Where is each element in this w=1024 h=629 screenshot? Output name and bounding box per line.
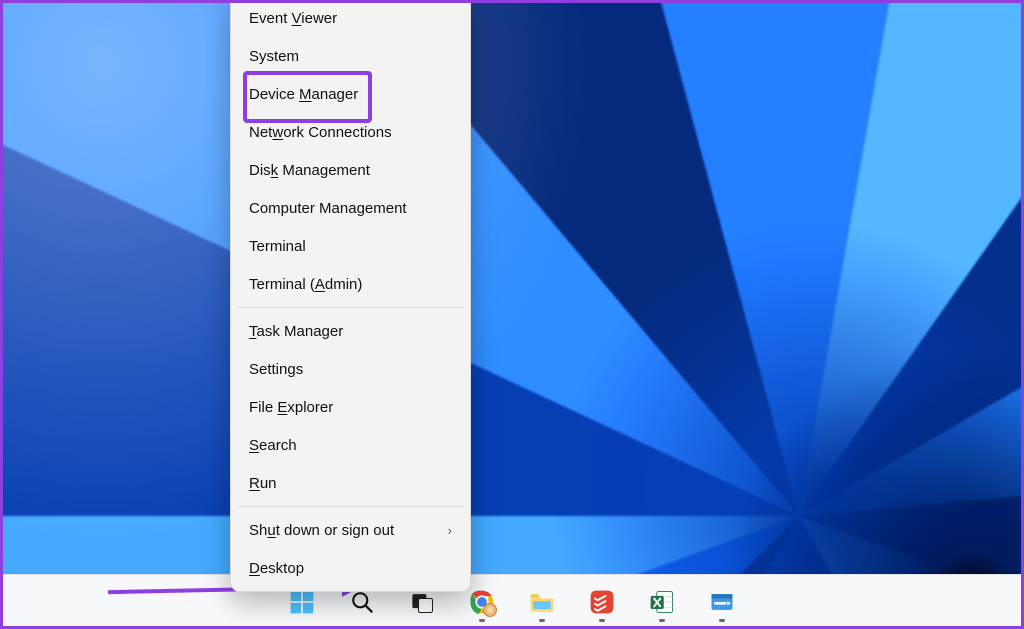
todoist-button[interactable] xyxy=(581,581,623,623)
menu-item-label: Disk Management xyxy=(249,162,370,179)
menu-item-desktop[interactable]: Desktop xyxy=(231,549,470,587)
running-indicator xyxy=(599,619,605,622)
menu-item-system[interactable]: System xyxy=(231,37,470,75)
excel-icon xyxy=(648,588,676,616)
task-view-icon xyxy=(408,588,436,616)
menu-item-search[interactable]: Search xyxy=(231,426,470,464)
menu-separator xyxy=(237,307,464,308)
menu-item-label: Search xyxy=(249,437,297,454)
folder-icon xyxy=(528,588,556,616)
wallpaper-glow xyxy=(0,0,1024,629)
menu-item-label: Terminal xyxy=(249,238,306,255)
menu-item-computer-management[interactable]: Computer Management xyxy=(231,189,470,227)
run-dialog-button[interactable] xyxy=(701,581,743,623)
desktop: Event Viewer System Device Manager Network … xyxy=(0,0,1024,629)
running-indicator xyxy=(719,619,725,622)
menu-item-network-connections[interactable]: Network Connections xyxy=(231,113,470,151)
menu-item-label: Terminal (Admin) xyxy=(249,276,362,293)
chevron-right-icon: › xyxy=(448,523,452,538)
menu-item-label: Desktop xyxy=(249,560,304,577)
menu-item-label: Settings xyxy=(249,361,303,378)
menu-item-label: Network Connections xyxy=(249,124,392,141)
chrome-profile-badge xyxy=(483,603,497,617)
menu-item-label: Device Manager xyxy=(249,86,358,103)
menu-item-label: Task Manager xyxy=(249,323,343,340)
running-indicator xyxy=(659,619,665,622)
menu-item-run[interactable]: Run xyxy=(231,464,470,502)
menu-separator xyxy=(237,506,464,507)
menu-item-label: Run xyxy=(249,475,277,492)
menu-item-label: System xyxy=(249,48,299,65)
menu-item-label: Computer Management xyxy=(249,200,407,217)
menu-item-task-manager[interactable]: Task Manager xyxy=(231,312,470,350)
todoist-icon xyxy=(588,588,616,616)
running-indicator xyxy=(479,619,485,622)
menu-item-settings[interactable]: Settings xyxy=(231,350,470,388)
menu-item-disk-management[interactable]: Disk Management xyxy=(231,151,470,189)
run-icon xyxy=(708,588,736,616)
menu-item-shut-down-or-sign-out[interactable]: Shut down or sign out › xyxy=(231,511,470,549)
menu-item-event-viewer[interactable]: Event Viewer xyxy=(231,0,470,37)
excel-button[interactable] xyxy=(641,581,683,623)
menu-item-label: Event Viewer xyxy=(249,10,337,27)
menu-item-terminal-admin[interactable]: Terminal (Admin) xyxy=(231,265,470,303)
menu-item-label: File Explorer xyxy=(249,399,333,416)
menu-item-terminal[interactable]: Terminal xyxy=(231,227,470,265)
menu-item-label: Shut down or sign out xyxy=(249,522,394,539)
winx-menu[interactable]: Event Viewer System Device Manager Network … xyxy=(230,0,471,592)
running-indicator xyxy=(539,619,545,622)
menu-item-file-explorer[interactable]: File Explorer xyxy=(231,388,470,426)
menu-item-device-manager[interactable]: Device Manager xyxy=(231,75,470,113)
file-explorer-button[interactable] xyxy=(521,581,563,623)
